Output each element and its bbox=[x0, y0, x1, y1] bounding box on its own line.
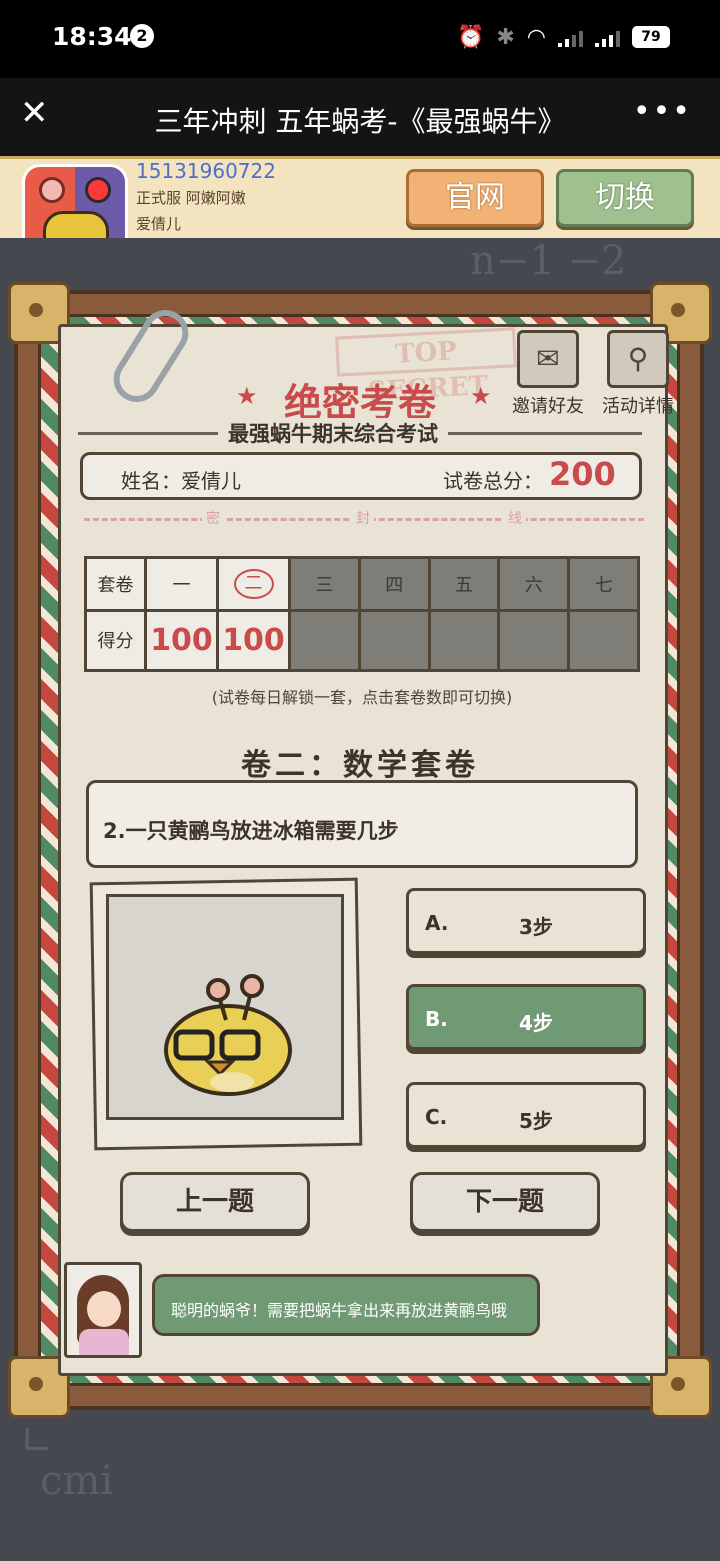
option-a[interactable]: A. 3步 bbox=[406, 888, 646, 954]
page-title: 三年冲刺 五年蜗考-《最强蜗牛》 bbox=[154, 105, 566, 138]
activity-details-label: 活动详情 bbox=[602, 396, 674, 417]
option-key: A. bbox=[425, 911, 449, 935]
suite-header: 套卷 bbox=[84, 556, 147, 612]
previous-question-button[interactable]: 上一题 bbox=[120, 1172, 310, 1232]
question-text: 2.一只黄鹂鸟放进冰箱需要几步 bbox=[103, 819, 399, 843]
option-c[interactable]: C. 5步 bbox=[406, 1082, 646, 1148]
total-score-value: 200 bbox=[549, 455, 616, 493]
suite-tab-2[interactable]: 二 bbox=[216, 556, 291, 612]
account-bar: 15131960722 正式服 阿嫩阿嫩 爱倩儿 官网 切换 bbox=[0, 156, 720, 264]
alarm-icon: ⏰ bbox=[456, 24, 485, 50]
suite-score-2: 100 bbox=[222, 622, 285, 658]
seal-char: 密 bbox=[202, 508, 224, 528]
bluetooth-icon: ✱ bbox=[496, 24, 515, 50]
option-value: 3步 bbox=[519, 915, 553, 939]
exam-subtitle: 最强蜗牛期末综合考试 bbox=[218, 418, 448, 448]
guide-avatar bbox=[64, 1262, 142, 1358]
battery-icon: 79 bbox=[632, 26, 670, 48]
option-key: C. bbox=[425, 1105, 448, 1129]
option-value: 5步 bbox=[519, 1109, 553, 1133]
student-name: 姓名：爱倩儿 bbox=[121, 469, 241, 493]
tip-text: 聪明的蜗爷！需要把蜗牛拿出来再放进黄鹂鸟哦 bbox=[171, 1301, 508, 1320]
option-key: B. bbox=[425, 1007, 448, 1031]
section-title: 卷二：数学套卷 bbox=[241, 748, 479, 783]
signal-icon-1 bbox=[558, 27, 583, 47]
suite-score-5 bbox=[427, 608, 501, 673]
suite-tab-5: 五 bbox=[427, 556, 501, 612]
more-icon[interactable]: ••• bbox=[633, 94, 692, 129]
envelope-icon: ✉ bbox=[517, 330, 579, 388]
star-icon: ★ bbox=[470, 382, 492, 410]
suite-table: 套卷 一 二 三 四 五 六 七 得分 100 100 bbox=[84, 556, 640, 673]
activity-details-button[interactable]: ⚲ 活动详情 bbox=[598, 330, 678, 420]
suite-tab-3: 三 bbox=[288, 556, 361, 612]
invite-friends-button[interactable]: ✉ 邀请好友 bbox=[508, 330, 588, 420]
magnifier-icon: ⚲ bbox=[607, 330, 669, 388]
option-value: 4步 bbox=[519, 1011, 553, 1035]
suite-score-1: 100 bbox=[150, 622, 213, 658]
unlock-hint: (试卷每日解锁一套，点击套卷数即可切换) bbox=[211, 688, 513, 707]
seal-char: 封 bbox=[352, 508, 374, 528]
oriole-snail-illustration bbox=[164, 974, 292, 1096]
account-server: 正式服 阿嫩阿嫩 bbox=[136, 189, 246, 207]
status-bar: 18:34 2 ⏰ ✱ ◠ 79 bbox=[0, 0, 720, 78]
tip-bubble: 聪明的蜗爷！需要把蜗牛拿出来再放进黄鹂鸟哦 bbox=[152, 1274, 540, 1336]
suite-score-7 bbox=[567, 608, 640, 673]
switch-account-button[interactable]: 切换 bbox=[556, 169, 694, 227]
suite-score-4 bbox=[357, 608, 431, 673]
account-name: 爱倩儿 bbox=[136, 215, 182, 233]
notification-badge: 2 bbox=[130, 24, 154, 48]
name-score-bar: 姓名：爱倩儿 试卷总分： 200 bbox=[80, 452, 642, 500]
clock: 18:34 bbox=[52, 22, 132, 51]
status-icons: ⏰ ✱ ◠ 79 bbox=[457, 22, 670, 52]
suite-tab-6: 六 bbox=[497, 556, 571, 612]
suite-tab-2-label: 二 bbox=[233, 568, 274, 599]
suite-score-3 bbox=[288, 608, 361, 673]
account-phone: 15131960722 bbox=[136, 159, 276, 183]
official-site-button[interactable]: 官网 bbox=[406, 169, 544, 227]
wifi-icon: ◠ bbox=[526, 24, 546, 50]
signal-icon-2 bbox=[595, 27, 620, 47]
suite-score-6 bbox=[497, 608, 571, 673]
score-header: 得分 bbox=[84, 608, 147, 673]
question-box: 2.一只黄鹂鸟放进冰箱需要几步 bbox=[86, 780, 638, 868]
suite-tab-1[interactable]: 一 bbox=[144, 556, 219, 612]
suite-tab-7: 七 bbox=[567, 556, 640, 612]
suite-tab-4: 四 bbox=[357, 556, 431, 612]
next-question-button[interactable]: 下一题 bbox=[410, 1172, 600, 1232]
seal-char: 线 bbox=[504, 508, 526, 528]
total-score-label: 试卷总分： bbox=[443, 469, 543, 493]
invite-friends-label: 邀请好友 bbox=[512, 396, 584, 417]
title-bar: ✕ 三年冲刺 五年蜗考-《最强蜗牛》 ••• bbox=[0, 78, 720, 156]
option-b[interactable]: B. 4步 bbox=[406, 984, 646, 1050]
